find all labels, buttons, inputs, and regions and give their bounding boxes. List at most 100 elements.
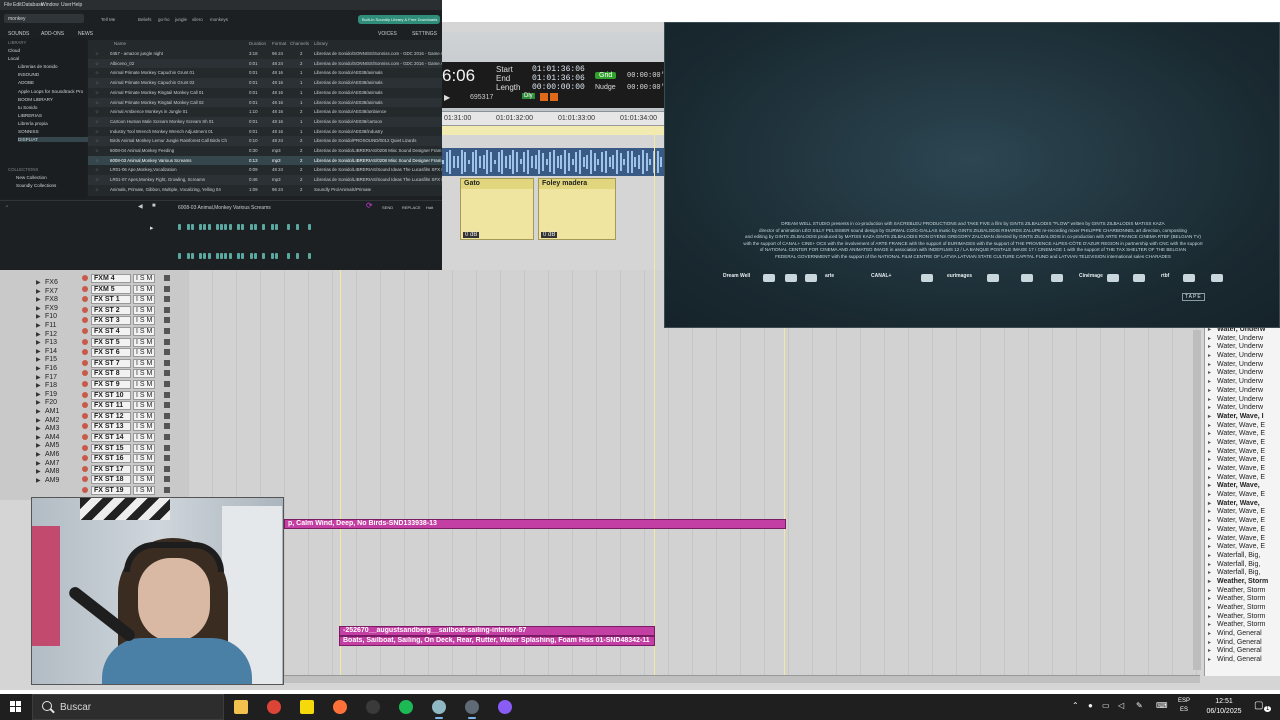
clip-list[interactable]: Water, UnderwWater, UnderwWater, UnderwW… [1204, 326, 1280, 676]
track-name[interactable]: FX ST 17 [91, 464, 131, 474]
clip-list-item[interactable]: Wind, General [1205, 630, 1280, 639]
nudge-label[interactable]: Nudge [595, 84, 616, 91]
track-name[interactable]: FX ST 19 [91, 486, 131, 495]
sidebar-item[interactable]: ADOBE [18, 80, 34, 85]
track-header[interactable]: FX ST 6I S M [0, 348, 188, 358]
record-enable-icon[interactable] [82, 487, 88, 493]
menu-item[interactable]: Help [72, 2, 82, 8]
start-button[interactable] [0, 694, 32, 720]
star-icon[interactable]: ☆ [95, 167, 99, 173]
record-enable-icon[interactable] [82, 423, 88, 430]
track-name[interactable]: FX ST 9 [91, 380, 131, 389]
result-row[interactable]: ☆ 6008-04 Animal,Monkey Feeding 0:30 mp3 2 Li… [88, 146, 442, 156]
menu-item[interactable]: Edit [13, 2, 22, 8]
record-enable-icon[interactable] [82, 359, 88, 366]
clip-list-item[interactable]: Water, Wave, [1205, 500, 1280, 509]
tab-right[interactable]: VOICES [378, 31, 397, 37]
microphone-tray-icon[interactable]: ● [1088, 701, 1093, 710]
taskbar-app-firefox[interactable] [329, 697, 351, 717]
clip-boats-sailboat[interactable]: Boats, Sailboat, Sailing, On Deck, Rear,… [339, 636, 655, 646]
timecode-ruler[interactable]: 01:31:00 01:01:32:00 01:01:33:00 01:01:3… [442, 112, 664, 126]
menu-item[interactable]: Window [41, 2, 59, 8]
filter-chip[interactable]: go-ho [158, 17, 170, 22]
ism-buttons[interactable]: I S M [133, 305, 156, 315]
record-enable-icon[interactable] [82, 391, 88, 398]
playhead-cursor-icon[interactable]: ▸ [150, 224, 154, 232]
sidebar-item[interactable]: LIBRERIAS [18, 113, 42, 118]
clip-list-item[interactable]: Water, Wave, E [1205, 526, 1280, 535]
column-header[interactable]: Library [314, 41, 328, 46]
record-enable-icon[interactable] [82, 465, 88, 472]
track-name[interactable]: FX ST 12 [91, 411, 131, 421]
track-header[interactable]: FX ST 14 I S M [0, 433, 188, 442]
track-header[interactable]: FX ST 7I S M [0, 358, 188, 368]
ism-buttons[interactable]: I S M [133, 284, 156, 294]
result-row[interactable]: ☆ Animal Primate Monkey Capuchin Grunt 01… [88, 68, 442, 78]
network-icon[interactable]: ▭ [1102, 701, 1110, 710]
clip-list-item[interactable]: Water, Underw [1205, 335, 1280, 344]
star-icon[interactable]: ☆ [95, 138, 99, 144]
track-header[interactable]: FX ST 2I S M [0, 305, 188, 315]
dly-toggle[interactable]: Dly [522, 93, 535, 99]
track-header[interactable]: FX ST 11 I S M [0, 401, 188, 411]
track-header[interactable]: FX ST 10 I S M [0, 390, 188, 400]
sidebar-item[interactable]: Cloud [8, 48, 20, 53]
record-enable-icon[interactable] [82, 412, 88, 419]
player-waveform-bottom[interactable] [174, 253, 324, 259]
ism-buttons[interactable]: I S M [133, 274, 156, 283]
loop-mode-icon[interactable] [550, 93, 558, 101]
sidebar-item[interactable]: tu Sonido [18, 105, 37, 110]
marker-ruler[interactable] [442, 126, 664, 135]
result-row[interactable]: ☆ Animals, Primate, Gibbon, Multiple, Voc… [88, 185, 442, 195]
clip-list-item[interactable]: Water, Wave, E [1205, 517, 1280, 526]
ism-buttons[interactable]: I S M [133, 337, 156, 347]
taskbar-app-app-purple[interactable] [494, 697, 516, 717]
star-icon[interactable]: ☆ [95, 80, 99, 86]
clip-list-item[interactable]: Water, Wave, E [1205, 456, 1280, 465]
clip-list-item[interactable]: Weather, Storm [1205, 578, 1280, 587]
nudge-value[interactable]: 00:00:00' [627, 84, 665, 92]
ism-buttons[interactable]: I S M [133, 475, 156, 485]
track-name[interactable]: FX ST 2 [91, 305, 131, 315]
chevron-up-icon[interactable]: ⌃ [1072, 701, 1079, 710]
record-enable-icon[interactable] [82, 275, 88, 281]
prev-icon[interactable]: ◀ [138, 203, 143, 210]
player-waveform-top[interactable] [174, 224, 324, 230]
result-row[interactable]: ☆ Albiceno_02 0:01 48 24 2 Librerias de Sonid… [88, 58, 442, 69]
filter-chip[interactable]: Tell Me [101, 17, 115, 22]
clip-list-item[interactable]: Waterfall, Big, [1205, 569, 1280, 578]
track-header[interactable]: FX ST 13 I S M [0, 422, 188, 432]
ism-buttons[interactable]: I S M [133, 464, 156, 474]
volume-icon[interactable]: ◦ [6, 204, 8, 210]
notifications-icon[interactable]: ▢ [1254, 700, 1263, 711]
ism-buttons[interactable]: I S M [133, 433, 156, 442]
start-value[interactable]: 01:01:36:06 [532, 65, 585, 74]
taskbar-clock[interactable]: 12:51 06/10/2025 [1204, 697, 1244, 717]
grid-value[interactable]: 00:00:00' [627, 72, 665, 80]
track-header[interactable]: FX ST 12 I S M [0, 411, 188, 421]
track-name[interactable]: FX ST 16 [91, 454, 131, 464]
collection-item[interactable]: Soundly Collections [16, 183, 56, 188]
result-row[interactable]: ☆ Birds Animal Monkey Lemur Jungle Rainfo… [88, 136, 442, 146]
filter-chip[interactable]: Beliefs [138, 17, 152, 22]
clip-list-item[interactable]: Wind, General [1205, 639, 1280, 648]
track-name[interactable]: FX ST 13 [91, 422, 131, 432]
record-enable-icon[interactable] [82, 349, 88, 356]
clip-list-item[interactable]: Weather, Storm [1205, 587, 1280, 596]
track-header[interactable]: FX ST 16 I S M [0, 454, 188, 464]
star-icon[interactable]: ☆ [95, 148, 99, 154]
result-row[interactable]: ☆ LR01-06 Ape,Monkey,Vocalization 0:09 48 2… [88, 165, 442, 175]
sidebar-item[interactable]: Librerias de Sonido [18, 64, 58, 69]
track-name[interactable]: FX ST 4 [91, 327, 131, 336]
play-icon[interactable]: ▶ [444, 93, 450, 102]
record-enable-icon[interactable] [82, 476, 88, 483]
clip-sailboat-interior[interactable]: -252670__augustsandberg__sailboat-sailin… [339, 626, 655, 636]
record-enable-icon[interactable] [82, 285, 88, 292]
track-header[interactable]: FX ST 17 I S M [0, 464, 188, 474]
star-icon[interactable]: ☆ [95, 109, 99, 115]
clip-list-item[interactable]: Water, Wave, E [1205, 465, 1280, 474]
column-header[interactable]: Channels [290, 41, 309, 46]
sidebar-item[interactable]: DISPLIAT [18, 137, 88, 143]
result-row[interactable]: ☆ Industry Tool Wrench Monkey Wrench Adju… [88, 127, 442, 137]
sidebar-item[interactable]: SONNISS [18, 129, 39, 134]
